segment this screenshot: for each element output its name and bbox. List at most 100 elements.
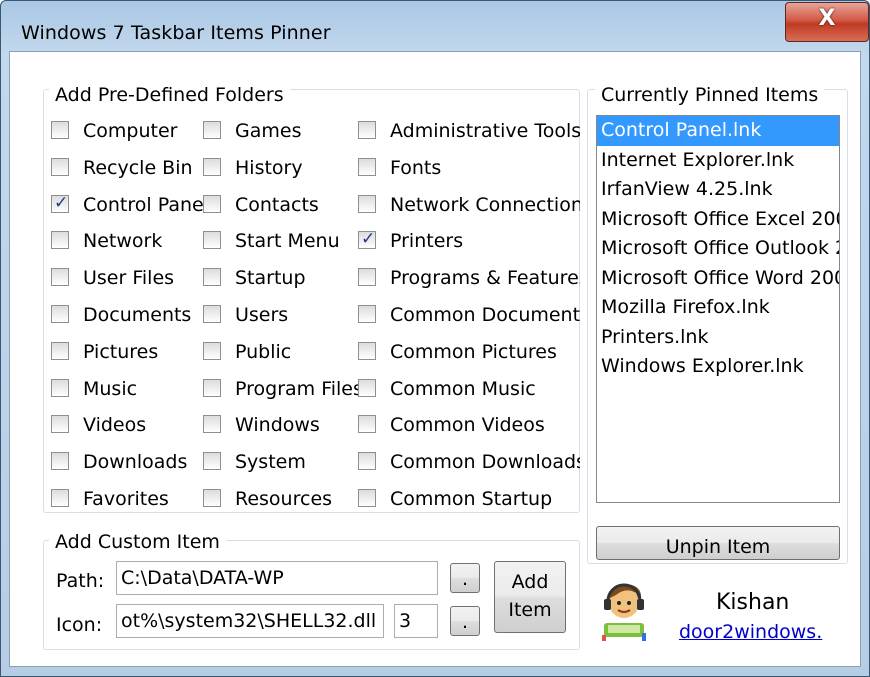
checkbox-row[interactable]: Common Downloads [358,449,580,475]
checkbox-row[interactable]: Pictures [51,339,203,365]
checkbox-row[interactable]: Users [203,302,358,328]
checkbox-row[interactable]: Startup [203,265,358,291]
unpin-item-button[interactable]: Unpin Item [596,526,840,560]
checkbox[interactable] [358,415,376,434]
checkbox-row[interactable]: Programs & Features [358,265,580,291]
browse-path-label: . [461,568,469,590]
checkbox-row[interactable]: History [203,155,358,181]
list-item[interactable]: Printers.lnk [597,323,839,353]
checkbox[interactable] [358,341,376,360]
list-item[interactable]: Microsoft Office Word 2007.lnk [597,264,839,294]
checkbox[interactable] [358,378,376,397]
checkbox-row[interactable]: Documents [51,302,203,328]
checkbox[interactable] [203,489,221,507]
checkbox[interactable] [358,121,376,139]
checkbox[interactable] [203,415,221,434]
browse-path-button[interactable]: . [450,563,480,593]
checkbox-row[interactable]: Favorites [51,486,203,512]
checkbox[interactable] [51,341,69,360]
checkmark-icon: ✓ [54,192,69,213]
checkbox[interactable] [203,378,221,397]
checkbox[interactable] [358,157,376,176]
checkbox[interactable] [358,305,376,323]
list-item[interactable]: Microsoft Office Outlook 2007.lnk [597,234,839,264]
checkbox-row[interactable]: Common Startup [358,486,580,512]
checkbox-row[interactable]: Recycle Bin [51,155,203,181]
browse-icon-button[interactable]: . [450,606,480,636]
checkbox[interactable] [51,121,69,139]
list-item[interactable]: Control Panel.lnk [597,116,839,146]
add-item-button[interactable]: Add Item [494,561,566,633]
checkbox-label: Pictures [83,340,159,363]
checkbox-row[interactable]: Resources [203,486,358,512]
checkbox-row[interactable]: ✓ Control Panel [51,192,203,218]
checkbox-row[interactable]: ✓ Printers [358,228,580,254]
checkbox-label: Public [235,340,292,363]
checkbox-row[interactable]: Network Connections [358,192,580,218]
checkbox[interactable] [203,231,221,250]
checkbox-row[interactable]: Public [203,339,358,365]
checkbox[interactable] [358,194,376,213]
checkbox-row[interactable]: Contacts [203,192,358,218]
path-field[interactable]: C:\Data\DATA-WP [116,561,438,595]
checkbox[interactable] [51,157,69,176]
checkbox-row[interactable]: Common Music [358,376,580,402]
checkbox[interactable] [203,121,221,139]
checkbox-row[interactable]: Computer [51,118,203,144]
checkbox-label: Common Pictures [390,340,557,363]
checkbox-row[interactable]: Administrative Tools [358,118,580,144]
close-icon: X [818,6,836,31]
checkbox-row[interactable]: Videos [51,412,203,438]
checkbox[interactable] [51,268,69,287]
checkbox-row[interactable]: Games [203,118,358,144]
checkbox-label: History [235,156,303,179]
checkbox[interactable] [203,305,221,323]
list-item[interactable]: Windows Explorer.lnk [597,352,839,382]
checkbox-row[interactable]: Program Files [203,376,358,402]
checkbox[interactable] [358,452,376,471]
checkbox[interactable] [203,341,221,360]
list-item[interactable]: Internet Explorer.lnk [597,146,839,176]
checkbox[interactable] [203,157,221,176]
list-item[interactable]: IrfanView 4.25.lnk [597,175,839,205]
list-item[interactable]: Mozilla Firefox.lnk [597,293,839,323]
checkbox-row[interactable]: Downloads [51,449,203,475]
checkbox-row[interactable]: Windows [203,412,358,438]
checkbox-row[interactable]: Common Documents [358,302,580,328]
checkbox[interactable] [51,489,69,507]
checkbox[interactable] [203,194,221,213]
checkbox[interactable] [51,415,69,434]
checkbox-row[interactable]: Start Menu [203,228,358,254]
icon-path-field[interactable]: ot%\system32\SHELL32.dll [116,604,384,638]
checkbox-label: Common Videos [390,414,545,437]
checkbox-label: Music [83,377,138,400]
pinned-items-list[interactable]: Control Panel.lnk Internet Explorer.lnk Ir… [596,115,840,503]
title-bar[interactable]: Windows 7 Taskbar Items Pinner X [1,1,869,51]
checkbox-label: User Files [83,267,175,290]
checkbox-row[interactable]: Fonts [358,155,580,181]
checkbox-row[interactable]: Network [51,228,203,254]
author-website-link[interactable]: door2windows. [679,621,822,643]
checkbox[interactable] [203,452,221,471]
checkbox[interactable] [51,231,69,250]
checkbox[interactable]: ✓ [358,229,376,250]
checkbox[interactable] [51,305,69,323]
checkbox[interactable] [51,452,69,471]
checkbox-label: Network Connections [390,193,580,216]
checkbox[interactable] [358,489,376,507]
checkbox-row[interactable]: Music [51,376,203,402]
window-title: Windows 7 Taskbar Items Pinner [21,22,331,44]
checkbox-label: Program Files [235,377,358,400]
checkbox-row[interactable]: Common Pictures [358,339,580,365]
checkbox-row[interactable]: System [203,449,358,475]
checkbox-row[interactable]: User Files [51,265,203,291]
checkbox[interactable] [358,268,376,287]
pinned-items-legend: Currently Pinned Items [595,84,825,106]
close-button[interactable]: X [785,2,869,42]
checkbox-row[interactable]: Common Videos [358,412,580,438]
checkbox[interactable] [51,378,69,397]
checkbox[interactable] [203,268,221,287]
checkbox[interactable]: ✓ [51,192,69,213]
list-item[interactable]: Microsoft Office Excel 2007.lnk [597,205,839,235]
icon-index-field[interactable]: 3 [394,604,438,638]
